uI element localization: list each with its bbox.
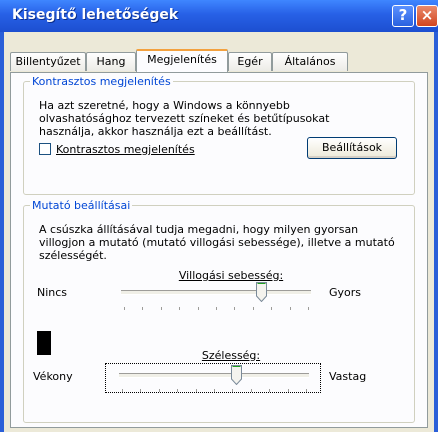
tab-general[interactable]: Általános xyxy=(272,52,348,71)
question-mark-icon: ? xyxy=(398,6,408,24)
dialog-client-area: Billentyűzet Hang Megjelenítés Egér Álta… xyxy=(4,32,434,432)
slider-tick xyxy=(287,389,289,392)
cursor-description: A csúszka állításával tudja megadni, hog… xyxy=(39,223,414,262)
width-ticks xyxy=(122,389,307,393)
tab-keyboard[interactable]: Billentyűzet xyxy=(10,52,86,71)
slider-tick xyxy=(306,389,307,392)
window-title: Kisegítő lehetőségek xyxy=(12,7,179,23)
contrast-description-line: Ha azt szeretné, hogy a Windows a könnye… xyxy=(39,99,290,112)
slider-tick xyxy=(195,389,197,392)
blink-rate-label: Villogási sebesség: xyxy=(178,269,284,282)
tab-sound[interactable]: Hang xyxy=(86,52,136,71)
slider-tick xyxy=(289,307,291,310)
width-min-label: Vékony xyxy=(33,370,73,383)
contrast-checkbox-label[interactable]: Kontrasztos megjelenítés xyxy=(56,143,195,156)
settings-button[interactable]: Beállítások xyxy=(307,137,397,159)
slider-tick xyxy=(216,307,217,310)
contrast-description-line: olvashatósághoz tervezett színeket és be… xyxy=(39,112,330,125)
cursor-description-line: villogjon a mutató (mutató villogási seb… xyxy=(39,236,395,249)
width-max-label: Vastag xyxy=(329,370,367,383)
slider-tick xyxy=(250,389,252,392)
width-slider-thumb[interactable] xyxy=(231,365,243,385)
blink-rate-slider-track[interactable] xyxy=(121,290,311,295)
contrast-description: Ha azt szeretné, hogy a Windows a könnye… xyxy=(39,99,409,138)
tab-display[interactable]: Megjelenítés xyxy=(136,49,228,72)
cursor-description-line: szélességét. xyxy=(39,249,107,262)
close-button[interactable]: × xyxy=(416,5,438,27)
slider-tick xyxy=(197,307,199,310)
blink-rate-slider-thumb[interactable] xyxy=(256,282,268,302)
cursor-group-legend: Mutató beállításai xyxy=(32,199,131,212)
slider-tick xyxy=(158,389,160,392)
cursor-preview xyxy=(37,331,51,355)
tab-mouse[interactable]: Egér xyxy=(228,52,272,71)
slider-tick xyxy=(271,307,273,310)
display-tab-panel: Kontrasztos megjelenítés Ha azt szeretné… xyxy=(10,72,428,428)
slider-tick xyxy=(140,389,142,392)
width-slider-track[interactable] xyxy=(119,373,309,378)
slider-tick xyxy=(269,389,271,392)
help-button[interactable]: ? xyxy=(392,5,414,27)
slider-tick xyxy=(308,307,309,310)
slider-tick xyxy=(177,389,179,392)
contrast-checkbox[interactable] xyxy=(39,143,51,155)
title-bar[interactable]: Kisegítő lehetőségek ? × xyxy=(0,0,438,32)
slider-tick xyxy=(142,307,144,310)
slider-tick xyxy=(122,389,123,392)
dialog-window: Kisegítő lehetőségek ? × Billentyűzet Ha… xyxy=(0,0,438,432)
close-x-icon: × xyxy=(420,6,434,24)
blink-rate-ticks xyxy=(124,307,309,311)
contrast-group-legend: Kontrasztos megjelenítés xyxy=(32,75,171,88)
slider-tick xyxy=(160,307,162,310)
tab-strip: Billentyűzet Hang Megjelenítés Egér Álta… xyxy=(10,49,430,72)
slider-tick xyxy=(214,389,215,392)
width-label: Szélesség: xyxy=(201,349,261,362)
cursor-description-line: A csúszka állításával tudja megadni, hog… xyxy=(39,223,359,236)
slider-tick xyxy=(232,389,234,392)
slider-tick xyxy=(124,307,125,310)
slider-tick xyxy=(234,307,236,310)
blink-max-label: Gyors xyxy=(329,286,362,299)
blink-min-label: Nincs xyxy=(37,286,68,299)
slider-tick xyxy=(252,307,254,310)
slider-tick xyxy=(179,307,181,310)
